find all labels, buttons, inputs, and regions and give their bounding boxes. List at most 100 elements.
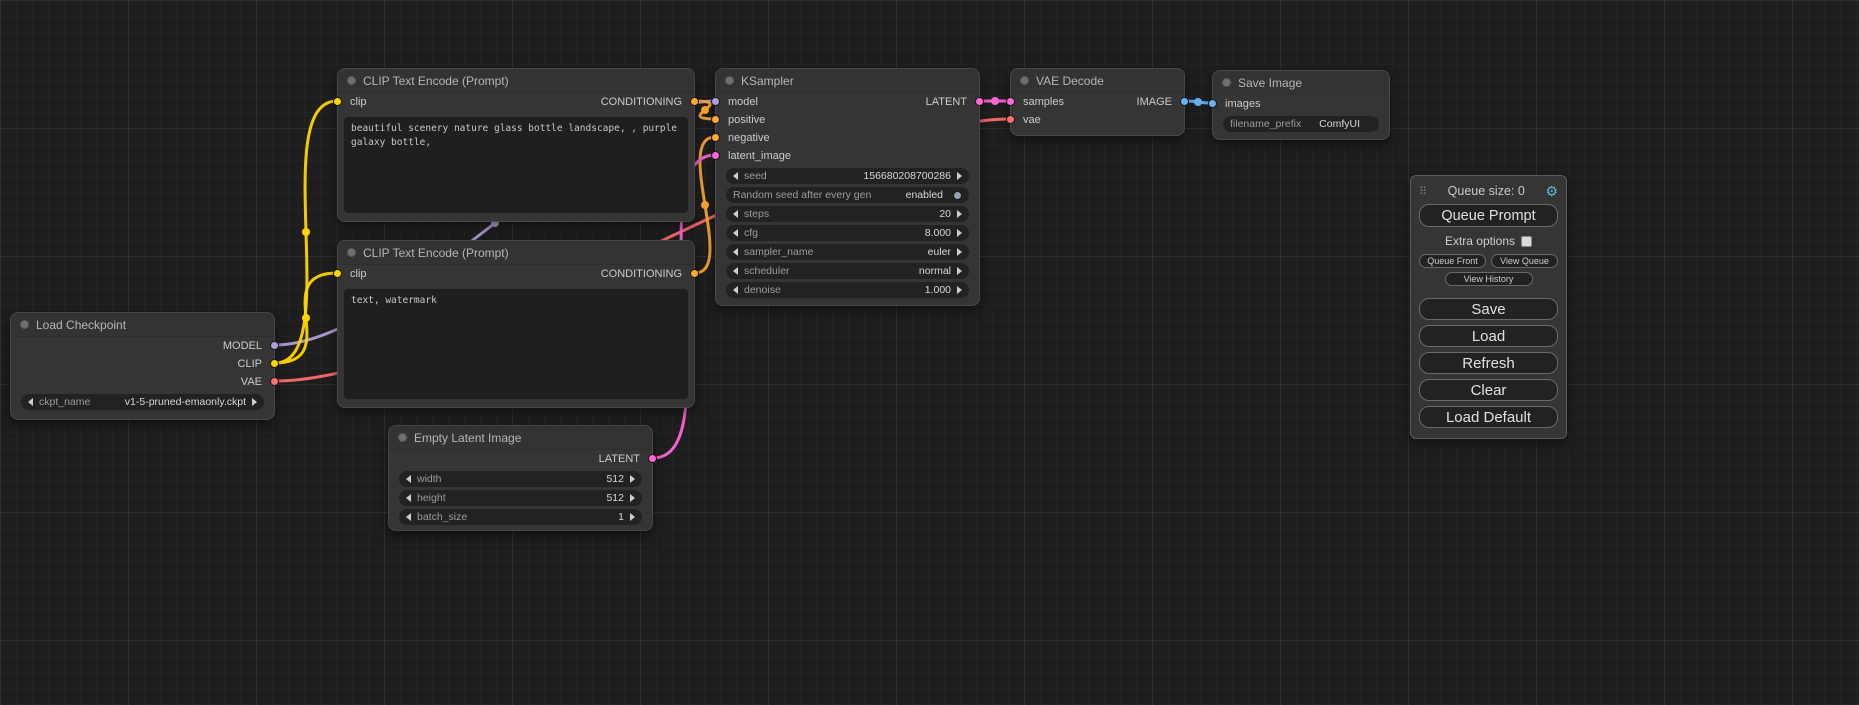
input-port-negative[interactable] bbox=[711, 133, 720, 142]
widget-seed[interactable]: seed 156680208700286 bbox=[726, 168, 969, 184]
collapse-dot-icon[interactable] bbox=[1222, 78, 1231, 87]
arrow-right-icon[interactable] bbox=[630, 494, 635, 502]
node-title: Load Checkpoint bbox=[36, 318, 126, 332]
node-vae-decode[interactable]: VAE Decode samples IMAGE vae bbox=[1010, 68, 1185, 136]
input-port-clip[interactable] bbox=[333, 269, 342, 278]
input-port-latent-image[interactable] bbox=[711, 151, 720, 160]
collapse-dot-icon[interactable] bbox=[398, 433, 407, 442]
widget-value: v1-5-pruned-emaonly.ckpt bbox=[125, 396, 246, 408]
arrow-left-icon[interactable] bbox=[406, 475, 411, 483]
collapse-dot-icon[interactable] bbox=[20, 320, 29, 329]
input-port-images[interactable] bbox=[1208, 99, 1217, 108]
widget-width[interactable]: width 512 bbox=[399, 471, 642, 487]
prompt-textarea[interactable]: text, watermark bbox=[344, 289, 688, 399]
slot-row: vae bbox=[1011, 111, 1184, 129]
collapse-dot-icon[interactable] bbox=[725, 76, 734, 85]
drag-handle-icon[interactable]: ⠿ bbox=[1419, 185, 1427, 198]
node-graph-canvas[interactable]: Load Checkpoint MODEL CLIP VAE ckpt_name… bbox=[0, 0, 1859, 705]
widget-ckpt-name[interactable]: ckpt_name v1-5-pruned-emaonly.ckpt bbox=[21, 394, 264, 410]
arrow-right-icon[interactable] bbox=[252, 398, 257, 406]
collapse-dot-icon[interactable] bbox=[1020, 76, 1029, 85]
node-save-image[interactable]: Save Image images filename_prefix ComfyU… bbox=[1212, 70, 1390, 140]
toggle-indicator-icon[interactable] bbox=[953, 191, 962, 200]
node-header[interactable]: Load Checkpoint bbox=[11, 313, 274, 337]
node-header[interactable]: Empty Latent Image bbox=[389, 426, 652, 450]
arrow-left-icon[interactable] bbox=[406, 513, 411, 521]
input-port-vae[interactable] bbox=[1006, 115, 1015, 124]
clear-button[interactable]: Clear bbox=[1419, 379, 1558, 401]
widget-value: 8.000 bbox=[925, 227, 951, 239]
arrow-right-icon[interactable] bbox=[630, 513, 635, 521]
arrow-right-icon[interactable] bbox=[630, 475, 635, 483]
view-queue-button[interactable]: View Queue bbox=[1491, 254, 1558, 268]
widget-filename-prefix[interactable]: filename_prefix ComfyUI bbox=[1223, 116, 1379, 132]
node-header[interactable]: CLIP Text Encode (Prompt) bbox=[338, 69, 694, 93]
input-port-positive[interactable] bbox=[711, 115, 720, 124]
output-port-vae[interactable] bbox=[270, 377, 279, 386]
input-port-model[interactable] bbox=[711, 97, 720, 106]
load-button[interactable]: Load bbox=[1419, 325, 1558, 347]
node-load-checkpoint[interactable]: Load Checkpoint MODEL CLIP VAE ckpt_name… bbox=[10, 312, 275, 420]
widget-label: filename_prefix bbox=[1230, 118, 1301, 130]
node-header[interactable]: KSampler bbox=[716, 69, 979, 93]
collapse-dot-icon[interactable] bbox=[347, 248, 356, 257]
arrow-right-icon[interactable] bbox=[957, 229, 962, 237]
view-history-button[interactable]: View History bbox=[1445, 272, 1533, 286]
output-port-image[interactable] bbox=[1180, 97, 1189, 106]
arrow-right-icon[interactable] bbox=[957, 210, 962, 218]
extra-options-checkbox[interactable] bbox=[1521, 236, 1532, 247]
output-port-latent[interactable] bbox=[648, 454, 657, 463]
wire-clip-negative[interactable] bbox=[275, 273, 337, 363]
widget-denoise[interactable]: denoise 1.000 bbox=[726, 282, 969, 298]
node-empty-latent-image[interactable]: Empty Latent Image LATENT width 512 heig… bbox=[388, 425, 653, 531]
input-port-clip[interactable] bbox=[333, 97, 342, 106]
queue-front-button[interactable]: Queue Front bbox=[1419, 254, 1486, 268]
arrow-left-icon[interactable] bbox=[28, 398, 33, 406]
arrow-left-icon[interactable] bbox=[733, 210, 738, 218]
prompt-textarea[interactable]: beautiful scenery nature glass bottle la… bbox=[344, 117, 688, 213]
widget-value: normal bbox=[919, 265, 951, 277]
output-port-conditioning[interactable] bbox=[690, 97, 699, 106]
wire-clip-positive[interactable] bbox=[275, 101, 337, 363]
node-header[interactable]: VAE Decode bbox=[1011, 69, 1184, 93]
widget-label: batch_size bbox=[417, 511, 467, 523]
widget-steps[interactable]: steps 20 bbox=[726, 206, 969, 222]
arrow-left-icon[interactable] bbox=[733, 172, 738, 180]
widget-scheduler[interactable]: scheduler normal bbox=[726, 263, 969, 279]
arrow-left-icon[interactable] bbox=[406, 494, 411, 502]
widget-random-seed-toggle[interactable]: Random seed after every gen enabled bbox=[726, 187, 969, 203]
save-button[interactable]: Save bbox=[1419, 298, 1558, 320]
node-clip-text-encode-positive[interactable]: CLIP Text Encode (Prompt) clip CONDITION… bbox=[337, 68, 695, 222]
output-port-conditioning[interactable] bbox=[690, 269, 699, 278]
arrow-left-icon[interactable] bbox=[733, 267, 738, 275]
input-port-samples[interactable] bbox=[1006, 97, 1015, 106]
widget-sampler-name[interactable]: sampler_name euler bbox=[726, 244, 969, 260]
settings-gear-icon[interactable]: ⚙ bbox=[1545, 184, 1558, 198]
arrow-left-icon[interactable] bbox=[733, 286, 738, 294]
refresh-button[interactable]: Refresh bbox=[1419, 352, 1558, 374]
widget-label: seed bbox=[744, 170, 767, 182]
node-header[interactable]: Save Image bbox=[1213, 71, 1389, 95]
output-port-model[interactable] bbox=[270, 341, 279, 350]
arrow-left-icon[interactable] bbox=[733, 248, 738, 256]
widget-label: sampler_name bbox=[744, 246, 813, 258]
arrow-left-icon[interactable] bbox=[733, 229, 738, 237]
node-ksampler[interactable]: KSampler model LATENT positive negative … bbox=[715, 68, 980, 306]
collapse-dot-icon[interactable] bbox=[347, 76, 356, 85]
output-port-clip[interactable] bbox=[270, 359, 279, 368]
arrow-right-icon[interactable] bbox=[957, 267, 962, 275]
node-title: Empty Latent Image bbox=[414, 431, 521, 445]
widget-batch-size[interactable]: batch_size 1 bbox=[399, 509, 642, 525]
load-default-button[interactable]: Load Default bbox=[1419, 406, 1558, 428]
node-header[interactable]: CLIP Text Encode (Prompt) bbox=[338, 241, 694, 265]
node-clip-text-encode-negative[interactable]: CLIP Text Encode (Prompt) clip CONDITION… bbox=[337, 240, 695, 408]
queue-size-label: Queue size: 0 bbox=[1427, 184, 1545, 198]
arrow-right-icon[interactable] bbox=[957, 172, 962, 180]
widget-height[interactable]: height 512 bbox=[399, 490, 642, 506]
widget-cfg[interactable]: cfg 8.000 bbox=[726, 225, 969, 241]
queue-prompt-button[interactable]: Queue Prompt bbox=[1419, 204, 1558, 227]
arrow-right-icon[interactable] bbox=[957, 248, 962, 256]
arrow-right-icon[interactable] bbox=[957, 286, 962, 294]
output-port-latent[interactable] bbox=[975, 97, 984, 106]
input-label: clip bbox=[350, 96, 367, 108]
